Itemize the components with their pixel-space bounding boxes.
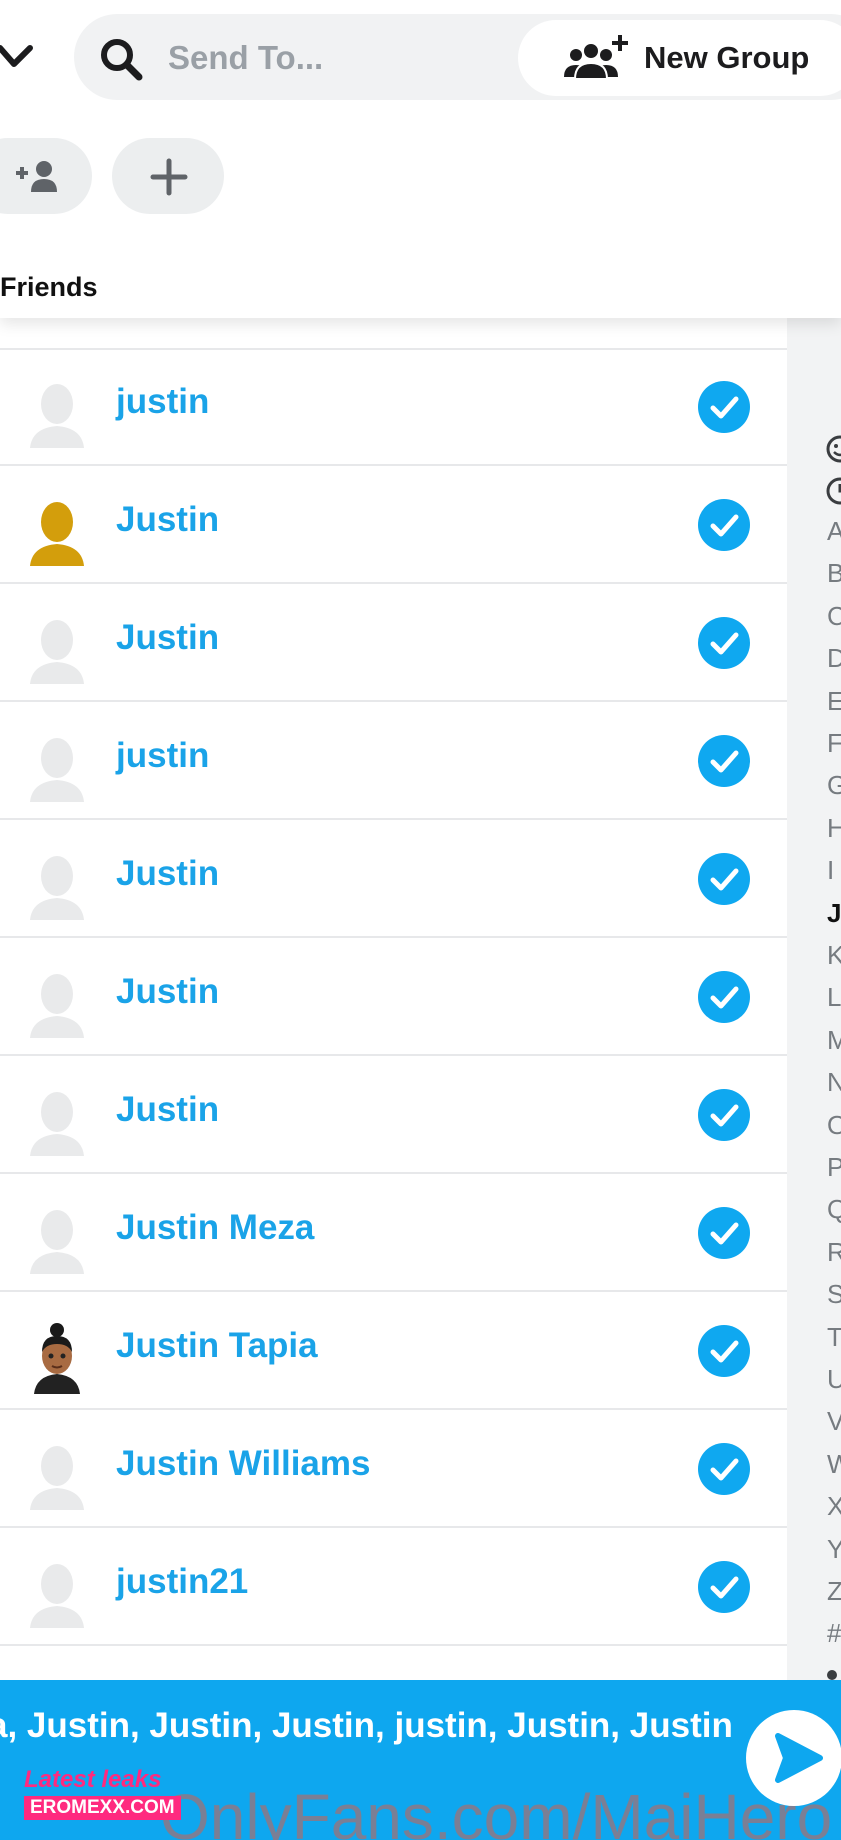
index-letter[interactable]: N: [827, 1067, 841, 1098]
friend-name: Justin Tapia: [116, 1326, 318, 1365]
send-arrow-icon: [775, 1733, 823, 1783]
add-friend-icon: [16, 161, 57, 192]
list-item[interactable]: Justin Williams: [0, 1410, 787, 1528]
smiley-icon[interactable]: [825, 434, 841, 464]
watermark-overlay: OnlyFans.com/MaiHero: [160, 1781, 833, 1840]
index-letter[interactable]: T: [827, 1322, 841, 1353]
avatar-placeholder-icon: [30, 384, 84, 448]
list-item[interactable]: justin: [0, 702, 787, 820]
index-letter[interactable]: D: [827, 643, 841, 674]
check-icon[interactable]: [698, 381, 750, 433]
index-letter[interactable]: P: [827, 1152, 841, 1183]
index-letter[interactable]: A: [827, 516, 841, 547]
index-letter[interactable]: U: [827, 1364, 841, 1395]
group-add-icon: [564, 35, 628, 80]
index-letter[interactable]: Q: [827, 1194, 841, 1225]
friend-name: Justin Williams: [116, 1444, 371, 1483]
add-button[interactable]: [112, 138, 224, 214]
friend-name: Justin: [116, 972, 220, 1011]
index-letter[interactable]: Z: [827, 1576, 841, 1607]
friend-name: justin: [116, 736, 210, 775]
avatar-placeholder-icon: [30, 738, 84, 802]
alphabet-index[interactable]: A B C D E F G H I J K L M N O P Q R S T U V W X Y Z #: [787, 318, 841, 1680]
send-bar: a, Justin, Justin, Justin, justin, Justi…: [0, 1680, 841, 1840]
check-icon[interactable]: [698, 853, 750, 905]
index-letter[interactable]: H: [827, 813, 841, 844]
list-item[interactable]: Justin Meza: [0, 1174, 787, 1292]
index-letter[interactable]: #: [827, 1618, 841, 1649]
check-icon[interactable]: [698, 1325, 750, 1377]
check-icon[interactable]: [698, 1089, 750, 1141]
friend-name: Justin: [116, 1090, 220, 1129]
index-letter[interactable]: O: [827, 1110, 841, 1141]
list-item[interactable]: Justin: [0, 584, 787, 702]
clock-icon[interactable]: [825, 476, 841, 506]
index-letter[interactable]: I: [827, 855, 841, 886]
index-letter[interactable]: E: [827, 686, 841, 717]
new-group-label: New Group: [644, 40, 810, 75]
avatar-placeholder-icon: [30, 1446, 84, 1510]
send-button[interactable]: [746, 1710, 841, 1806]
avatar-placeholder-icon: [30, 620, 84, 684]
list-item[interactable]: Justin Tapia: [0, 1292, 787, 1410]
check-icon[interactable]: [698, 1207, 750, 1259]
watermark-badge: EROMEXX.COM: [24, 1796, 181, 1820]
search-icon: [101, 39, 143, 81]
index-letter[interactable]: C: [827, 601, 841, 632]
check-icon[interactable]: [698, 1443, 750, 1495]
index-letter[interactable]: K: [827, 940, 841, 971]
new-group-button[interactable]: New Group: [518, 20, 841, 96]
bitmoji-avatar-icon: [34, 1323, 80, 1394]
section-title: Friends: [0, 272, 98, 302]
friend-name: Justin: [116, 500, 220, 539]
index-letter[interactable]: Y: [827, 1534, 841, 1565]
avatar-placeholder-icon: [30, 856, 84, 920]
index-letter[interactable]: B: [827, 558, 841, 589]
avatar-placeholder-icon: [30, 974, 84, 1038]
list-item[interactable]: justin: [0, 348, 787, 466]
check-icon[interactable]: [698, 617, 750, 669]
list-item: [0, 318, 787, 350]
friend-name: Justin: [116, 854, 220, 893]
index-letter[interactable]: F: [827, 728, 841, 759]
index-letter[interactable]: L: [827, 982, 841, 1013]
friend-name: justin21: [116, 1562, 249, 1601]
list-item[interactable]: Justin: [0, 1056, 787, 1174]
add-friend-button[interactable]: [0, 138, 92, 214]
friend-name: Justin: [116, 618, 220, 657]
plus-icon: [150, 158, 188, 196]
watermark-text: Latest leaks: [24, 1766, 162, 1793]
list-item[interactable]: Justin: [0, 466, 787, 584]
check-icon[interactable]: [698, 499, 750, 551]
header: New Group Friends: [0, 0, 841, 318]
index-letter[interactable]: M: [827, 1025, 841, 1056]
index-letter[interactable]: R: [827, 1237, 841, 1268]
friend-list[interactable]: justin Justin Justin justin Justin Justin Just…: [0, 318, 787, 1680]
list-item[interactable]: Justin: [0, 820, 787, 938]
avatar-placeholder-icon: [30, 1092, 84, 1156]
avatar-placeholder-icon: [30, 1564, 84, 1628]
chevron-down-icon[interactable]: [0, 34, 42, 82]
search-input[interactable]: [168, 30, 488, 86]
list-item[interactable]: Justin: [0, 938, 787, 1056]
index-letter[interactable]: J: [827, 898, 841, 929]
friend-name: justin: [116, 382, 210, 421]
index-letter[interactable]: V: [827, 1406, 841, 1437]
index-letter[interactable]: G: [827, 770, 841, 801]
list-item[interactable]: justin21: [0, 1528, 787, 1646]
check-icon[interactable]: [698, 735, 750, 787]
avatar-icon: [30, 502, 84, 566]
friend-name: Justin Meza: [116, 1208, 315, 1247]
check-icon[interactable]: [698, 971, 750, 1023]
index-letter[interactable]: W: [827, 1449, 841, 1480]
selected-recipients: a, Justin, Justin, Justin, justin, Justi…: [0, 1706, 733, 1745]
index-dot: [827, 1670, 837, 1680]
index-letter[interactable]: X: [827, 1491, 841, 1522]
avatar-placeholder-icon: [30, 1210, 84, 1274]
index-letter[interactable]: S: [827, 1279, 841, 1310]
check-icon[interactable]: [698, 1561, 750, 1613]
